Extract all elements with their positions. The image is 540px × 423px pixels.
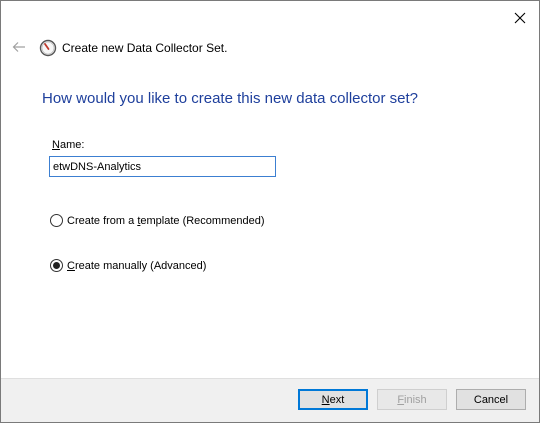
radio-manual-label: Create manually (Advanced) [67, 259, 207, 272]
back-button[interactable] [11, 39, 27, 55]
radio-manual-circle[interactable] [50, 259, 63, 272]
name-input[interactable] [49, 156, 276, 177]
close-button[interactable] [509, 7, 531, 29]
finish-button[interactable]: Finish [377, 389, 447, 410]
performance-monitor-icon [39, 39, 57, 57]
radio-create-manually[interactable]: Create manually (Advanced) [50, 259, 206, 272]
close-icon [514, 12, 526, 24]
wizard-window: Create new Data Collector Set. How would… [0, 0, 540, 423]
button-bar: Next Finish Cancel [1, 378, 539, 422]
back-arrow-icon [12, 42, 25, 52]
page-heading: How would you like to create this new da… [42, 90, 419, 107]
radio-create-from-template[interactable]: Create from a template (Recommended) [50, 214, 265, 227]
cancel-button[interactable]: Cancel [456, 389, 526, 410]
name-label: Name: [52, 139, 85, 151]
radio-template-circle[interactable] [50, 214, 63, 227]
next-button[interactable]: Next [298, 389, 368, 410]
wizard-title: Create new Data Collector Set. [62, 41, 228, 55]
radio-template-label: Create from a template (Recommended) [67, 214, 265, 227]
